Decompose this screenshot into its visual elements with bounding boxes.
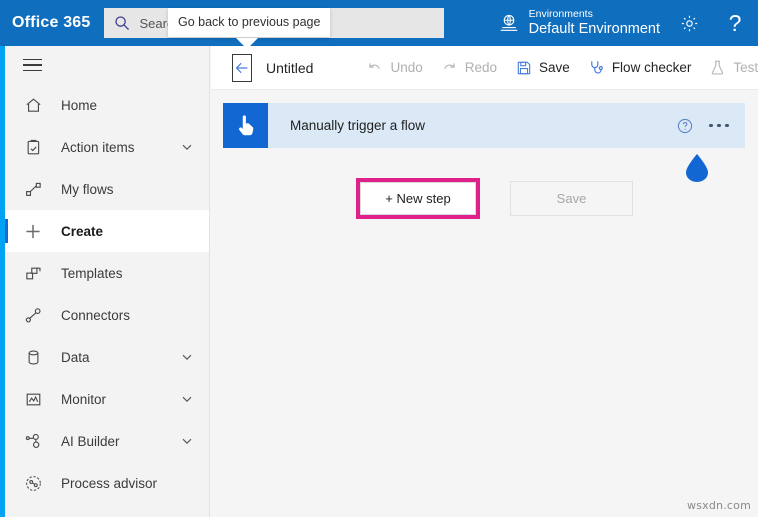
sidebar-item-action-items[interactable]: Action items (5, 126, 209, 168)
back-button[interactable] (232, 53, 252, 82)
process-advisor-icon (23, 473, 43, 493)
designer-toolbar: Untitled Undo Redo Save Flow checker Tes… (211, 46, 758, 90)
sidebar-toggle-button[interactable] (5, 46, 209, 84)
home-icon (23, 95, 43, 115)
trigger-card[interactable]: Manually trigger a flow (223, 103, 745, 148)
redo-label: Redo (464, 60, 498, 75)
power-automate-window: Office 365 Search Environments Default E… (0, 0, 758, 517)
trigger-title: Manually trigger a flow (290, 118, 426, 133)
sidebar-item-process-advisor[interactable]: Process advisor (5, 462, 209, 504)
sidebar-item-label: Home (61, 97, 98, 113)
sidebar-item-monitor[interactable]: Monitor (5, 378, 209, 420)
sidebar-item-label: My flows (61, 181, 114, 197)
undo-icon (366, 59, 383, 76)
watermark: wsxdn.com (687, 499, 751, 512)
save-label: Save (539, 60, 570, 75)
sidebar-item-ai-builder[interactable]: AI Builder (5, 420, 209, 462)
water-drop-icon (684, 153, 710, 183)
search-icon (114, 15, 130, 31)
gear-icon (679, 13, 700, 34)
sidebar-item-templates[interactable]: Templates (5, 252, 209, 294)
flow-designer-canvas: Manually trigger a flow + New step Save (211, 90, 758, 517)
redo-icon (441, 59, 458, 76)
hamburger-menu-icon (23, 58, 42, 72)
save-disk-icon (515, 59, 532, 76)
flow-checker-label: Flow checker (611, 60, 692, 75)
environment-label: Environments (528, 7, 593, 20)
flow-title[interactable]: Untitled (266, 60, 313, 76)
ai-builder-icon (23, 431, 43, 451)
sidebar-item-label: Action items (61, 139, 135, 155)
undo-button[interactable]: Undo (357, 46, 431, 90)
sidebar-item-label: Connectors (61, 307, 131, 323)
sidebar-item-label: Process advisor (61, 475, 158, 491)
chevron-down-icon[interactable] (181, 351, 193, 363)
clipboard-check-icon (23, 137, 43, 157)
save-button[interactable]: Save (506, 46, 579, 90)
sidebar-item-connectors[interactable]: Connectors (5, 294, 209, 336)
sidebar-item-label: AI Builder (61, 433, 120, 449)
tooltip-arrow (236, 38, 258, 49)
hand-tap-icon (223, 103, 268, 148)
question-mark-icon: ? (728, 9, 742, 36)
chevron-down-icon[interactable] (181, 141, 193, 153)
sidebar-item-data[interactable]: Data (5, 336, 209, 378)
stethoscope-icon (588, 59, 605, 76)
sidebar-item-label: Data (61, 349, 90, 365)
connectors-icon (23, 305, 43, 325)
database-icon (23, 347, 43, 367)
test-button[interactable]: Test (700, 46, 758, 90)
new-step-highlight: + New step (356, 178, 480, 219)
sidebar-item-create[interactable]: Create (5, 210, 209, 252)
chevron-down-icon[interactable] (181, 393, 193, 405)
new-step-button[interactable]: + New step (360, 182, 476, 215)
settings-button[interactable] (666, 0, 712, 46)
environment-picker[interactable]: Environments Default Environment (496, 0, 666, 46)
selection-indicator (5, 219, 8, 243)
suite-bar-right: Environments Default Environment ? (496, 0, 758, 46)
arrow-left-icon (233, 59, 251, 77)
templates-icon (23, 263, 43, 283)
help-button[interactable]: ? (712, 0, 758, 46)
canvas-buttons: + New step Save (356, 178, 633, 219)
flask-icon (709, 59, 726, 76)
sidebar: Home Action items My flows Create Templa… (5, 46, 210, 517)
monitor-chart-icon (23, 389, 43, 409)
ellipsis-icon[interactable] (709, 123, 729, 128)
globe-icon (498, 12, 520, 34)
suite-bar: Office 365 Search Environments Default E… (0, 0, 758, 46)
test-label: Test (733, 60, 758, 75)
help-circle-icon[interactable] (677, 118, 693, 134)
toolbar-commands: Undo Redo Save Flow checker Test (357, 46, 758, 90)
chevron-down-icon[interactable] (181, 435, 193, 447)
trigger-card-actions (677, 118, 745, 134)
canvas-save-button[interactable]: Save (510, 181, 633, 216)
environment-value: Default Environment (528, 20, 660, 37)
office-365-logo[interactable]: Office 365 (0, 14, 104, 32)
flow-checker-button[interactable]: Flow checker (579, 46, 701, 90)
sidebar-item-label: Monitor (61, 391, 107, 407)
flow-icon (23, 179, 43, 199)
environment-text: Environments Default Environment (528, 7, 660, 37)
sidebar-item-label: Templates (61, 265, 123, 281)
tooltip: Go back to previous page (168, 8, 331, 37)
sidebar-item-home[interactable]: Home (5, 84, 209, 126)
redo-button[interactable]: Redo (432, 46, 506, 90)
sidebar-item-label: Create (61, 223, 104, 239)
sidebar-item-my-flows[interactable]: My flows (5, 168, 209, 210)
plus-icon (23, 221, 43, 241)
undo-label: Undo (390, 60, 423, 75)
